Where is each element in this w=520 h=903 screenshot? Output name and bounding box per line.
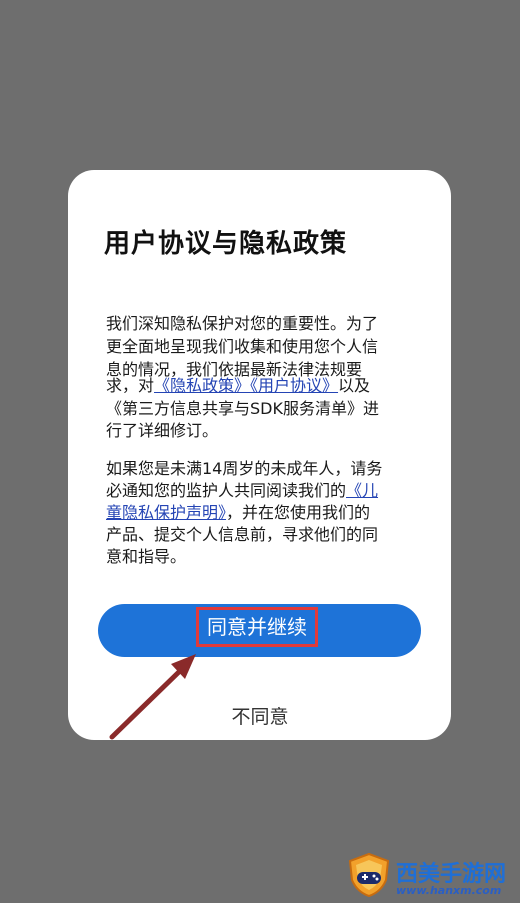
agree-button[interactable] (98, 604, 421, 657)
body-text: 求，对 (106, 376, 155, 395)
gamepad-logo-icon (348, 852, 390, 898)
body-text-line: 产品、提交个人信息前，寻求他们的同 (106, 525, 379, 544)
privacy-policy-link[interactable]: 《隐私政策》 (154, 376, 250, 395)
child-privacy-link[interactable]: 《儿 (346, 481, 378, 500)
body-text: ，并在您使用我们的 (226, 503, 371, 522)
dialog-title: 用户协议与隐私政策 (104, 229, 348, 259)
body-text-line: 《第三方信息共享与SDK服务清单》进 (106, 399, 379, 418)
user-agreement-link[interactable]: 《用户协议》 (250, 376, 338, 395)
body-text-line: 更全面地呈现我们收集和使用您个人信 (106, 337, 379, 356)
body-text-line-with-link: 必通知您的监护人共同阅读我们的《儿 (106, 480, 378, 502)
body-text-line-with-links: 求，对《隐私政策》《用户协议》以及 (106, 375, 370, 397)
body-text: 以及 (338, 376, 371, 395)
body-text: 必通知您的监护人共同阅读我们的 (106, 481, 347, 500)
body-text-line: 意和指导。 (106, 547, 187, 566)
watermark-url: www.hanxm.com (396, 884, 502, 897)
body-text-line-with-link: 童隐私保护声明》，并在您使用我们的 (106, 502, 370, 524)
child-privacy-link[interactable]: 童隐私保护声明》 (106, 503, 226, 522)
body-text-line: 我们深知隐私保护对您的重要性。为了 (106, 314, 379, 333)
disagree-button[interactable]: 不同意 (200, 700, 320, 730)
body-text-line: 行了详细修订。 (106, 421, 219, 440)
body-text-line: 如果您是未满14周岁的未成年人，请务 (106, 459, 383, 478)
